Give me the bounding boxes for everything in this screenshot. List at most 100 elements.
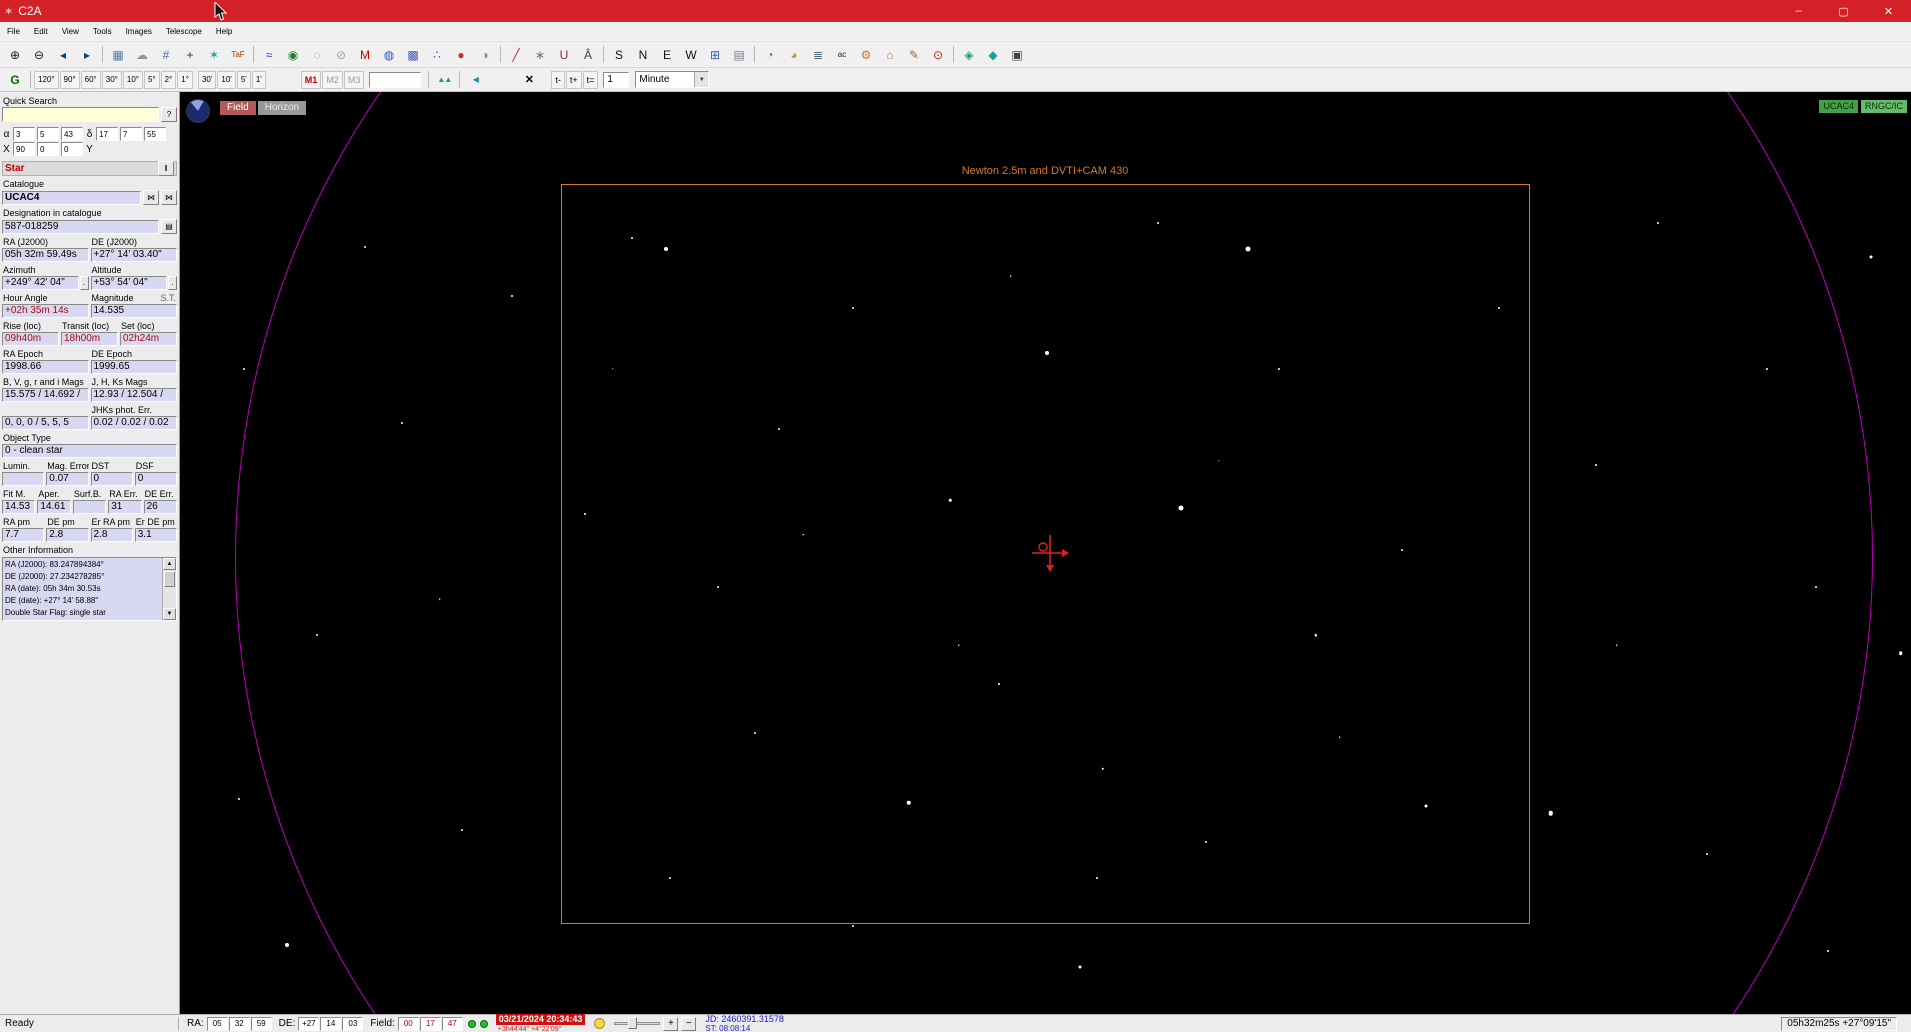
object-name-input[interactable]	[369, 72, 421, 88]
ccd-overlay-button[interactable]: ⊞	[703, 44, 727, 65]
fov-button[interactable]: 5'	[237, 71, 251, 89]
badge-rngcic[interactable]: RNGC/IC	[1861, 100, 1907, 113]
asteroids-button[interactable]: ∗	[528, 44, 552, 65]
mirror-vertical-button[interactable]: ◀	[463, 69, 487, 90]
field-status-value[interactable]: 00	[398, 1017, 419, 1031]
de-coordinate-input[interactable]	[96, 127, 118, 141]
north-button[interactable]: N	[631, 44, 655, 65]
fov-button[interactable]: 10°	[123, 71, 143, 89]
previous-view-button[interactable]: ◂	[51, 44, 75, 65]
x-coordinate-input[interactable]	[61, 142, 83, 156]
fov-button[interactable]: 1°	[177, 71, 193, 89]
designation-chart-button[interactable]: ▤	[161, 219, 177, 234]
ra-status-value[interactable]: 32	[229, 1017, 250, 1031]
scroll-thumb[interactable]	[164, 571, 175, 587]
ephemeris-button[interactable]: ≣	[806, 44, 830, 65]
time-pie-icon[interactable]	[186, 99, 210, 123]
x-coordinate-input[interactable]	[37, 142, 59, 156]
ccd-frame-button[interactable]: ▩	[401, 44, 425, 65]
object-search-button[interactable]: ✶	[202, 44, 226, 65]
fov-button[interactable]: 10'	[217, 71, 235, 89]
menu-item[interactable]: Tools	[86, 25, 119, 38]
fov-button[interactable]: 1'	[252, 71, 266, 89]
fov-button[interactable]: 90°	[60, 71, 80, 89]
next-view-button[interactable]: ▸	[75, 44, 99, 65]
other-information-box[interactable]: RA (J2000): 83.247894384°DE (J2000): 27.…	[2, 557, 177, 621]
help-button[interactable]: ?	[161, 107, 177, 122]
constellation-lines-button[interactable]: ≈	[257, 44, 281, 65]
print-button[interactable]: ▣	[1005, 44, 1029, 65]
menu-item[interactable]: View	[55, 25, 86, 38]
clear-button[interactable]: ✕	[517, 69, 541, 90]
time-unit-select[interactable]: Minute ▼	[635, 71, 709, 88]
menu-item[interactable]: Telescope	[159, 25, 209, 38]
ra-status-value[interactable]: 05	[207, 1017, 228, 1031]
time-slider[interactable]	[614, 1017, 660, 1030]
planets-button[interactable]: ◍	[377, 44, 401, 65]
edit-button[interactable]: ✎	[902, 44, 926, 65]
horizon-panorama-button[interactable]: ☁	[130, 44, 154, 65]
marker3-button[interactable]: M3	[344, 71, 365, 89]
galaxies-button[interactable]: ⊘	[329, 44, 353, 65]
fov-button[interactable]: 120°	[34, 71, 59, 89]
mirror-horizontal-button[interactable]: ▲▲	[432, 69, 456, 90]
de-status-value[interactable]: 14	[320, 1017, 341, 1031]
mars-button[interactable]: ●	[449, 44, 473, 65]
scrollbar[interactable]: ▲ ▼	[162, 558, 176, 620]
scroll-up-button[interactable]: ▲	[163, 558, 176, 570]
increment-button[interactable]: +	[663, 1017, 678, 1031]
x-coordinate-input[interactable]	[13, 142, 35, 156]
ra-coordinate-input[interactable]	[13, 127, 35, 141]
quick-search-input[interactable]	[2, 107, 159, 122]
panel-collapse-button[interactable]: ‖	[158, 161, 174, 176]
menu-item[interactable]: Help	[209, 25, 239, 38]
de-coordinate-input[interactable]	[120, 127, 142, 141]
time-forward-button[interactable]: ◕	[782, 44, 806, 65]
west-button[interactable]: W	[679, 44, 703, 65]
messier-button[interactable]: M	[353, 44, 377, 65]
altitude-more-button[interactable]: .	[168, 276, 177, 290]
ra-coordinate-input[interactable]	[37, 127, 59, 141]
fov-button[interactable]: 5°	[144, 71, 160, 89]
maximize-button[interactable]: ▢	[1821, 0, 1866, 22]
de-coordinate-input[interactable]	[144, 127, 166, 141]
measure-button[interactable]: ▤	[727, 44, 751, 65]
datetime-display[interactable]: 03/21/2024 20:34:43 +3h44'44" +4°22'09"	[496, 1014, 586, 1032]
de-status-value[interactable]: +27	[298, 1017, 319, 1031]
fov-button[interactable]: 2°	[161, 71, 177, 89]
deep-sky-button[interactable]: ◉	[281, 44, 305, 65]
grid-button[interactable]: ▦	[106, 44, 130, 65]
sky-chart[interactable]: Newton 2.5m and DVTI+CAM 430 Field Horiz…	[180, 92, 1911, 1014]
menu-item[interactable]: Edit	[27, 25, 55, 38]
star-colors-button[interactable]: ∴	[425, 44, 449, 65]
catalogue-filter-left-button[interactable]: ⋈	[143, 190, 159, 205]
menu-item[interactable]: Images	[119, 25, 159, 38]
field-status-value[interactable]: 17	[420, 1017, 441, 1031]
badge-ucac4[interactable]: UCAC4	[1819, 100, 1858, 113]
time-now-button[interactable]: t=	[583, 71, 599, 89]
ra-status-value[interactable]: 59	[251, 1017, 272, 1031]
font-button[interactable]: ac	[830, 44, 854, 65]
fov-button[interactable]: 60°	[81, 71, 101, 89]
labels-button[interactable]: TaF	[226, 44, 250, 65]
tab-field[interactable]: Field	[220, 101, 256, 115]
uranus-button[interactable]: U	[552, 44, 576, 65]
telescope-goto-button[interactable]: ⊙	[926, 44, 950, 65]
marker1-button[interactable]: M1	[301, 71, 322, 89]
minimize-button[interactable]: –	[1776, 0, 1821, 22]
comets-button[interactable]: ╱	[504, 44, 528, 65]
close-button[interactable]: ✕	[1866, 0, 1911, 22]
east-button[interactable]: E	[655, 44, 679, 65]
tab-horizon[interactable]: Horizon	[258, 101, 306, 115]
datetime-value[interactable]: 03/21/2024 20:34:43	[496, 1014, 586, 1025]
ra-coordinate-input[interactable]	[61, 127, 83, 141]
star-names-button[interactable]: Â	[576, 44, 600, 65]
time-back-button[interactable]: ◔	[758, 44, 782, 65]
catalogue-value[interactable]: UCAC4	[2, 191, 141, 205]
fov-frame-button[interactable]: ◆	[981, 44, 1005, 65]
options-button[interactable]: ⚙	[854, 44, 878, 65]
menu-item[interactable]: File	[0, 25, 27, 38]
field-status-value[interactable]: 47	[442, 1017, 463, 1031]
azimuth-more-button[interactable]: .	[80, 276, 89, 290]
fov-button[interactable]: 30°	[102, 71, 122, 89]
